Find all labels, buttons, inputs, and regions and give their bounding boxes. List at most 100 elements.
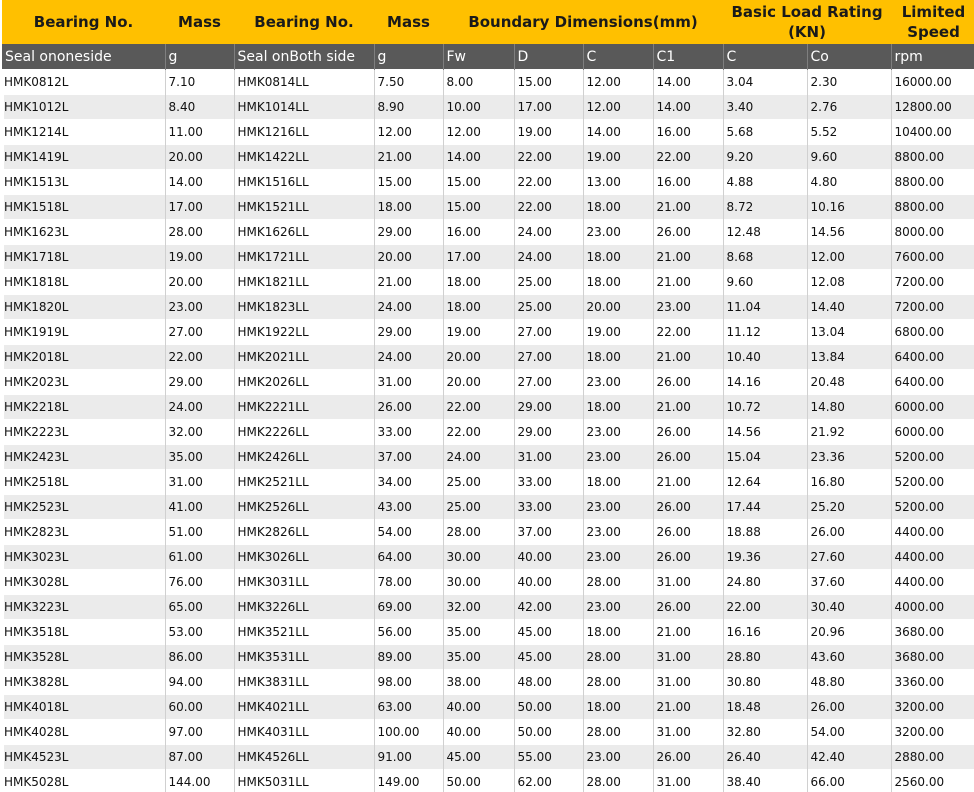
cell-seal-one-side: HMK1718L	[0, 244, 165, 270]
cell-d: 25.00	[513, 269, 583, 295]
cell-seal-one-side: HMK4523L	[0, 744, 165, 770]
cell-c: 23.00	[582, 744, 653, 770]
cell-mass-both-side: 149.00	[373, 769, 443, 792]
cell-mass-one-side: 144.00	[164, 769, 234, 792]
cell-mass-one-side: 11.00	[164, 119, 234, 145]
subheader-seal-one-side: Seal ononeside	[2, 44, 165, 70]
table-row: HMK1818L 20.00 HMK1821LL 21.00 18.00 25.00 18.…	[0, 269, 974, 295]
cell-mass-one-side: 86.00	[164, 644, 234, 670]
cell-seal-one-side: HMK1419L	[0, 144, 165, 170]
cell-mass-one-side: 24.00	[164, 394, 234, 420]
cell-fw: 17.00	[442, 244, 514, 270]
cell-mass-both-side: 26.00	[373, 394, 443, 420]
cell-load-c: 8.72	[722, 194, 808, 220]
cell-load-co: 10.16	[806, 194, 892, 220]
cell-mass-both-side: 7.50	[373, 69, 443, 95]
cell-load-c: 9.20	[722, 144, 808, 170]
table-row: HMK1820L 23.00 HMK1823LL 24.00 18.00 25.00 20.…	[0, 294, 974, 320]
cell-mass-both-side: 54.00	[373, 519, 443, 545]
cell-d: 62.00	[513, 769, 583, 792]
header-row-sub: Seal ononeside g Seal onBoth side g Fw D…	[2, 44, 974, 70]
cell-d: 50.00	[513, 719, 583, 745]
cell-mass-both-side: 63.00	[373, 694, 443, 720]
cell-c1: 31.00	[652, 719, 724, 745]
cell-d: 27.00	[513, 319, 583, 345]
cell-mass-one-side: 20.00	[164, 144, 234, 170]
cell-load-co: 5.52	[806, 119, 892, 145]
cell-mass-both-side: 12.00	[373, 119, 443, 145]
subheader-load-co: Co	[806, 44, 892, 70]
cell-mass-one-side: 14.00	[164, 169, 234, 195]
cell-fw: 22.00	[442, 419, 514, 445]
cell-c: 28.00	[582, 669, 653, 695]
cell-mass-both-side: 21.00	[373, 269, 443, 295]
cell-d: 19.00	[513, 119, 583, 145]
cell-rpm: 8800.00	[890, 169, 974, 195]
cell-load-c: 3.40	[722, 94, 808, 120]
cell-c1: 22.00	[652, 319, 724, 345]
cell-mass-one-side: 94.00	[164, 669, 234, 695]
cell-rpm: 7200.00	[890, 294, 974, 320]
cell-rpm: 5200.00	[890, 444, 974, 470]
cell-load-c: 32.80	[722, 719, 808, 745]
cell-seal-both-side: HMK4021LL	[233, 694, 374, 720]
cell-d: 45.00	[513, 619, 583, 645]
cell-seal-both-side: HMK1216LL	[233, 119, 374, 145]
table-row: HMK3023L 61.00 HMK3026LL 64.00 30.00 40.00 23.…	[0, 544, 974, 570]
cell-mass-both-side: 33.00	[373, 419, 443, 445]
cell-c1: 26.00	[652, 544, 724, 570]
cell-c1: 26.00	[652, 419, 724, 445]
cell-c: 19.00	[582, 144, 653, 170]
table-row: HMK2823L 51.00 HMK2826LL 54.00 28.00 37.00 23.…	[0, 519, 974, 545]
cell-mass-both-side: 15.00	[373, 169, 443, 195]
table-row: HMK4028L 97.00 HMK4031LL 100.00 40.00 50.00 28…	[0, 719, 974, 745]
cell-mass-both-side: 69.00	[373, 594, 443, 620]
cell-rpm: 8800.00	[890, 144, 974, 170]
cell-seal-both-side: HMK1821LL	[233, 269, 374, 295]
cell-d: 25.00	[513, 294, 583, 320]
cell-mass-one-side: 20.00	[164, 269, 234, 295]
cell-fw: 25.00	[442, 494, 514, 520]
cell-seal-one-side: HMK2823L	[0, 519, 165, 545]
cell-c1: 23.00	[652, 294, 724, 320]
cell-c: 18.00	[582, 244, 653, 270]
table-row: HMK1623L 28.00 HMK1626LL 29.00 16.00 24.00 23.…	[0, 219, 974, 245]
cell-d: 24.00	[513, 219, 583, 245]
cell-load-co: 43.60	[806, 644, 892, 670]
cell-load-co: 42.40	[806, 744, 892, 770]
cell-rpm: 3200.00	[890, 694, 974, 720]
cell-c: 18.00	[582, 469, 653, 495]
cell-rpm: 7600.00	[890, 244, 974, 270]
cell-mass-one-side: 22.00	[164, 344, 234, 370]
cell-rpm: 7200.00	[890, 269, 974, 295]
header-mass-both-side: Mass	[374, 0, 443, 44]
subheader-c1: C1	[652, 44, 724, 70]
cell-c: 28.00	[582, 719, 653, 745]
cell-mass-both-side: 20.00	[373, 244, 443, 270]
cell-c1: 16.00	[652, 169, 724, 195]
cell-mass-both-side: 100.00	[373, 719, 443, 745]
cell-load-co: 2.76	[806, 94, 892, 120]
table-row: HMK2218L 24.00 HMK2221LL 26.00 22.00 29.00 18.…	[0, 394, 974, 420]
cell-c: 18.00	[582, 344, 653, 370]
table-row: HMK3028L 76.00 HMK3031LL 78.00 30.00 40.00 28.…	[0, 569, 974, 595]
cell-d: 50.00	[513, 694, 583, 720]
cell-seal-one-side: HMK3028L	[0, 569, 165, 595]
cell-mass-both-side: 8.90	[373, 94, 443, 120]
cell-rpm: 12800.00	[890, 94, 974, 120]
cell-d: 40.00	[513, 544, 583, 570]
cell-c1: 26.00	[652, 494, 724, 520]
cell-c1: 21.00	[652, 694, 724, 720]
cell-c1: 26.00	[652, 444, 724, 470]
cell-c1: 26.00	[652, 594, 724, 620]
cell-load-c: 18.48	[722, 694, 808, 720]
cell-seal-both-side: HMK0814LL	[233, 69, 374, 95]
cell-fw: 15.00	[442, 169, 514, 195]
cell-d: 27.00	[513, 344, 583, 370]
cell-fw: 40.00	[442, 694, 514, 720]
table-row: HMK4018L 60.00 HMK4021LL 63.00 40.00 50.00 18.…	[0, 694, 974, 720]
cell-load-co: 9.60	[806, 144, 892, 170]
cell-d: 37.00	[513, 519, 583, 545]
cell-c: 20.00	[582, 294, 653, 320]
cell-c: 23.00	[582, 444, 653, 470]
